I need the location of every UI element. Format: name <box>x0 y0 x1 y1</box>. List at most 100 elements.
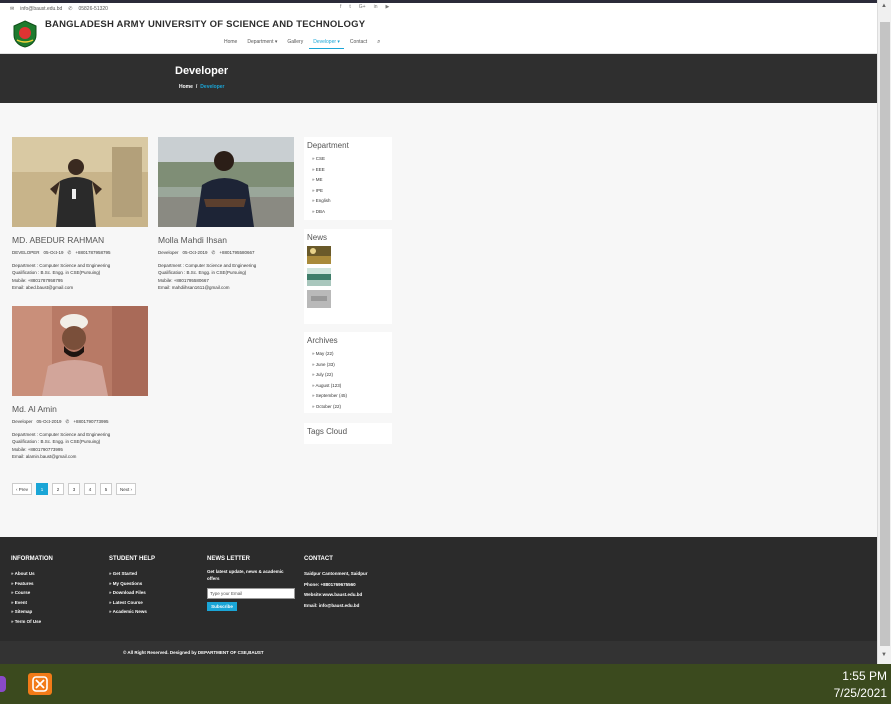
archive-item[interactable]: » September (45) <box>307 391 389 402</box>
contact-website[interactable]: Website:www.baust.edu.bd <box>304 590 368 601</box>
widget-title: Tags Cloud <box>307 427 348 436</box>
top-email[interactable]: info@baust.edu.bd <box>20 6 62 12</box>
sidebar-news-widget: News <box>304 229 392 324</box>
archive-item[interactable]: » June (33) <box>307 360 389 371</box>
developer-photo[interactable] <box>12 306 148 396</box>
nav-department[interactable]: Department ▾ <box>243 39 281 49</box>
news-thumbnail[interactable] <box>307 246 331 264</box>
footer-link[interactable]: » Latest Course <box>109 598 155 608</box>
archive-item[interactable]: » July (22) <box>307 370 389 381</box>
nav-developer[interactable]: Developer ▾ <box>309 39 344 49</box>
archive-item-label: May (22) <box>315 351 334 356</box>
sidebar-archives-widget: Archives » May (22) » June (33) » July (… <box>304 332 392 413</box>
breadcrumb-separator: / <box>195 84 198 90</box>
department-list: » CSE » EEE » ME » IPE » English » DBA <box>307 154 389 217</box>
developer-photo[interactable] <box>12 137 148 227</box>
widget-title: Archives <box>307 336 338 345</box>
contact-address: Saidpur Cantonment, Saidpur <box>304 571 368 576</box>
footer-heading: NEWS LETTER <box>207 556 250 562</box>
footer-newsletter: NEWS LETTER Get latest update, news & ac… <box>207 556 297 611</box>
footer-link-label: Get Started <box>112 571 138 576</box>
archive-item-label: October (22) <box>315 403 342 409</box>
pagination-next[interactable]: Next › <box>116 483 137 495</box>
pagination-page[interactable]: 4 <box>84 483 97 495</box>
developer-email: Email: alamin.baust@gmail.com <box>12 454 77 460</box>
taskbar-app-icon[interactable] <box>0 676 6 692</box>
footer-link[interactable]: » About Us <box>11 569 53 579</box>
page-scrollbar[interactable]: ▲ ▼ <box>877 0 891 664</box>
footer-heading: STUDENT HELP <box>109 556 156 562</box>
twitter-icon[interactable]: t <box>349 4 350 10</box>
footer-link-label: My Questions <box>112 580 143 586</box>
youtube-icon[interactable]: ▶ <box>386 4 390 10</box>
footer-link[interactable]: » Features <box>11 579 53 589</box>
department-item[interactable]: » IPE <box>307 186 389 197</box>
pagination-page[interactable]: 2 <box>52 483 65 495</box>
newsletter-email-input[interactable]: Type your Email <box>207 588 295 599</box>
footer-link[interactable]: » My Questions <box>109 579 155 589</box>
scroll-up-icon[interactable]: ▲ <box>881 3 887 9</box>
developer-department: Department : Computer Science and Engine… <box>12 263 111 268</box>
linkedin-icon[interactable]: in <box>374 4 378 10</box>
system-clock[interactable]: 1:55 PM 7/25/2021 <box>834 668 887 702</box>
department-item[interactable]: » ME <box>307 175 389 186</box>
footer-link[interactable]: » Course <box>11 588 53 598</box>
subscribe-button[interactable]: Subscribe <box>207 602 237 611</box>
developer-mobile: Mobile: +8801790773995 <box>12 446 63 452</box>
footer-link[interactable]: » Academic News <box>109 607 155 617</box>
news-thumbnail[interactable] <box>307 268 331 286</box>
nav-gallery[interactable]: Gallery <box>283 39 307 49</box>
site-title[interactable]: BANGLADESH ARMY UNIVERSITY OF SCIENCE AN… <box>45 19 365 30</box>
scrollbar-thumb[interactable] <box>880 22 890 646</box>
developer-role: DEVELOPER <box>12 250 40 255</box>
footer-link[interactable]: » Sitemap <box>11 607 53 617</box>
developer-phone: +8801790773995 <box>73 419 109 424</box>
footer-link[interactable]: » Download Files <box>109 588 155 598</box>
developer-name[interactable]: MD. ABEDUR RAHMAN <box>12 235 152 245</box>
breadcrumb-home[interactable]: Home <box>179 84 193 90</box>
email-icon: ✉ <box>10 5 15 12</box>
archive-item[interactable]: » October (22) <box>307 402 389 413</box>
breadcrumb-current: Developer <box>200 84 225 90</box>
developer-qualification: Qualification : B.Sc. Engg. in CSE(Pursu… <box>12 439 101 445</box>
archives-list: » May (22) » June (33) » July (22) » Aug… <box>307 349 389 412</box>
search-icon[interactable]: ⌕ <box>373 39 380 49</box>
nav-contact[interactable]: Contact <box>346 39 371 49</box>
developer-name[interactable]: Molla Mahdi Ihsan <box>158 235 298 245</box>
department-item-label: DBA <box>315 208 326 214</box>
googleplus-icon[interactable]: G+ <box>359 4 366 10</box>
footer-link[interactable]: » Event <box>11 598 53 608</box>
department-item[interactable]: » English <box>307 196 389 207</box>
department-item-label: EEE <box>315 166 325 172</box>
department-item[interactable]: » EEE <box>307 165 389 176</box>
developer-details: Department : Computer Science and Engine… <box>12 262 152 292</box>
nav-home[interactable]: Home <box>220 39 241 49</box>
archive-item[interactable]: » May (22) <box>307 349 389 360</box>
nav-department-label: Department <box>247 39 274 45</box>
developer-role: Developer <box>158 250 179 255</box>
developer-photo[interactable] <box>158 137 294 227</box>
xampp-icon[interactable] <box>28 673 52 695</box>
contact-email[interactable]: Email: info@baust.edu.bd <box>304 601 368 612</box>
pagination-page[interactable]: 1 <box>36 483 49 495</box>
developer-name[interactable]: Md. Al Amin <box>12 404 152 414</box>
footer-link[interactable]: » Term Of Use <box>11 617 53 627</box>
developer-meta: Developer 05-Oct-2019 ✆ +8801790773995 <box>12 419 152 425</box>
archive-item-label: September (45) <box>315 393 348 398</box>
pagination-prev[interactable]: ‹ Prev <box>12 483 33 495</box>
department-item[interactable]: » DBA <box>307 207 389 218</box>
copyright-bar: © All Right Reserved. Designed by DEPART… <box>0 641 877 664</box>
footer-link[interactable]: » Get Started <box>109 569 155 579</box>
pagination-page[interactable]: 5 <box>100 483 113 495</box>
university-logo-icon[interactable] <box>12 20 38 48</box>
developer-date: 05-Oct-19 <box>43 250 64 255</box>
top-bar: ✉ info@baust.edu.bd ✆ 05826-51320 f t G+… <box>0 0 877 14</box>
site-header: BANGLADESH ARMY UNIVERSITY OF SCIENCE AN… <box>0 14 877 54</box>
department-item[interactable]: » CSE <box>307 154 389 165</box>
pagination-page[interactable]: 3 <box>68 483 81 495</box>
archive-item[interactable]: » August (123) <box>307 381 389 392</box>
scroll-down-icon[interactable]: ▼ <box>881 652 887 658</box>
facebook-icon[interactable]: f <box>340 4 341 10</box>
news-thumbnail[interactable] <box>307 290 331 308</box>
developer-department: Department : Computer Science and Engine… <box>12 432 111 437</box>
